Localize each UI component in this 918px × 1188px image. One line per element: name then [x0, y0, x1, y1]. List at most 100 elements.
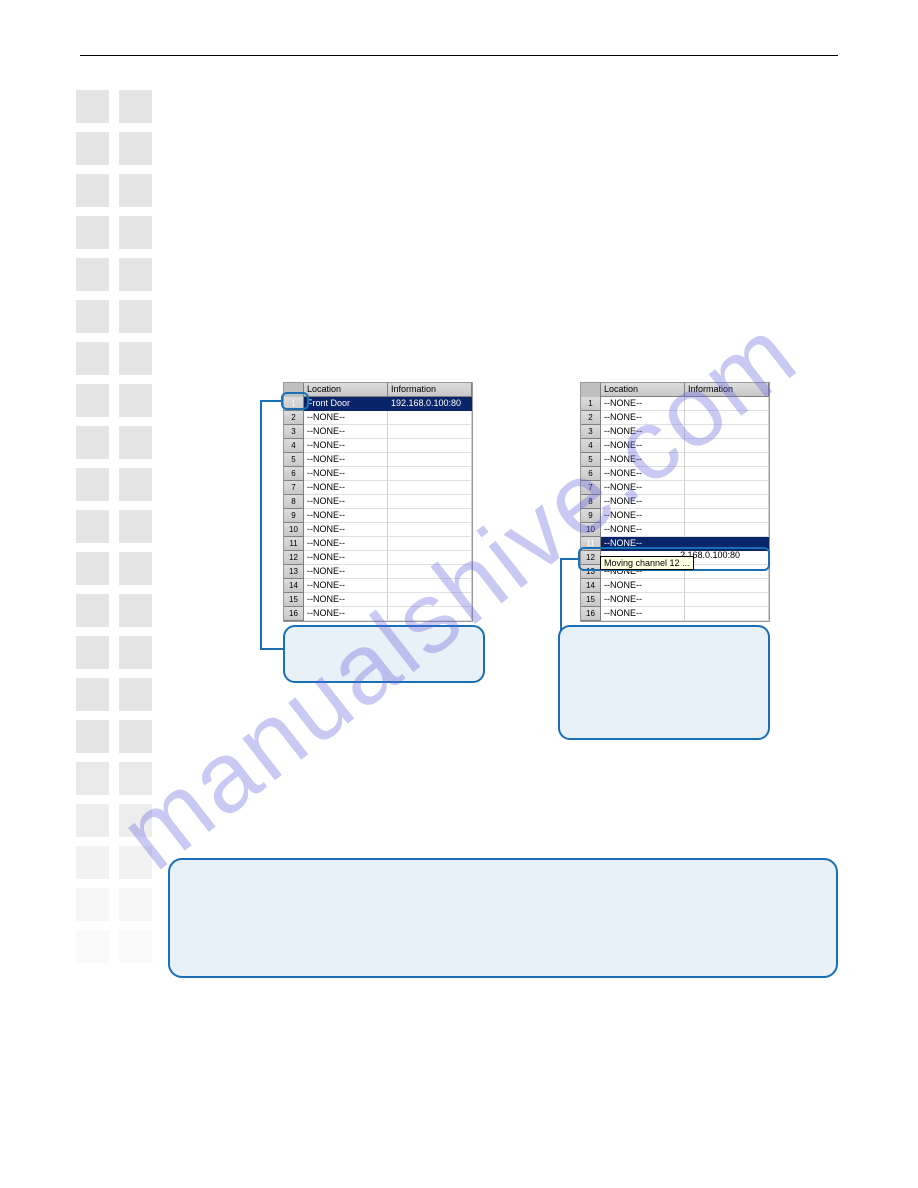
cell-information: [388, 593, 472, 607]
cell-location: --NONE--: [601, 579, 685, 593]
col-information: Information: [388, 383, 472, 397]
row-number[interactable]: 8: [284, 495, 304, 509]
table-row[interactable]: 16--NONE--: [581, 607, 769, 621]
row-number[interactable]: 16: [581, 607, 601, 621]
table-header: Location Information: [284, 383, 472, 397]
row-number[interactable]: 4: [284, 439, 304, 453]
row-number[interactable]: 9: [284, 509, 304, 523]
row-number[interactable]: 3: [581, 425, 601, 439]
row-number[interactable]: 15: [284, 593, 304, 607]
row-number[interactable]: 16: [284, 607, 304, 621]
table-row[interactable]: 13--NONE--: [284, 565, 472, 579]
cell-information: [685, 467, 769, 481]
table-row[interactable]: 8--NONE--: [284, 495, 472, 509]
cell-information: [388, 551, 472, 565]
table-row[interactable]: 8--NONE--: [581, 495, 769, 509]
table-row[interactable]: 4--NONE--: [284, 439, 472, 453]
row-number[interactable]: 9: [581, 509, 601, 523]
cell-location: --NONE--: [601, 523, 685, 537]
cell-location: --NONE--: [601, 467, 685, 481]
table-row[interactable]: 3--NONE--: [284, 425, 472, 439]
cell-information: [685, 411, 769, 425]
table-row[interactable]: 3--NONE--: [581, 425, 769, 439]
row-number[interactable]: 15: [581, 593, 601, 607]
table-row[interactable]: 16--NONE--: [284, 607, 472, 621]
cell-location: --NONE--: [304, 551, 388, 565]
cell-location: --NONE--: [304, 579, 388, 593]
row-number[interactable]: 13: [284, 565, 304, 579]
cell-information: [388, 579, 472, 593]
cell-information: 192.168.0.100:80: [388, 397, 472, 411]
row-number[interactable]: 2: [581, 411, 601, 425]
cell-information: [685, 439, 769, 453]
row-number[interactable]: 5: [581, 453, 601, 467]
row-number[interactable]: 5: [284, 453, 304, 467]
table-row[interactable]: 2--NONE--: [284, 411, 472, 425]
row-number[interactable]: 11: [284, 537, 304, 551]
cell-location: --NONE--: [304, 411, 388, 425]
row-number[interactable]: 1: [581, 397, 601, 411]
table-row[interactable]: 11--NONE--: [284, 537, 472, 551]
table-row[interactable]: 6--NONE--: [284, 467, 472, 481]
cell-information: [685, 481, 769, 495]
callout-box-right: [558, 625, 770, 740]
table-row[interactable]: 15--NONE--: [284, 593, 472, 607]
cell-information: [388, 607, 472, 621]
cell-location: Front Door: [304, 397, 388, 411]
cell-location: --NONE--: [304, 425, 388, 439]
table-row[interactable]: 5--NONE--: [581, 453, 769, 467]
cell-information: [388, 439, 472, 453]
cell-information: [388, 509, 472, 523]
row-number[interactable]: 6: [284, 467, 304, 481]
cell-location: --NONE--: [601, 397, 685, 411]
table-row[interactable]: 7--NONE--: [581, 481, 769, 495]
table-row[interactable]: 4--NONE--: [581, 439, 769, 453]
row-number[interactable]: 12: [284, 551, 304, 565]
row-number[interactable]: 7: [284, 481, 304, 495]
table-row[interactable]: 7--NONE--: [284, 481, 472, 495]
row-number[interactable]: 3: [284, 425, 304, 439]
cell-information: [685, 509, 769, 523]
row-number[interactable]: 4: [581, 439, 601, 453]
table-row[interactable]: 9--NONE--: [284, 509, 472, 523]
table-row[interactable]: 15--NONE--: [581, 593, 769, 607]
row-number[interactable]: 10: [284, 523, 304, 537]
table-row[interactable]: 10--NONE--: [284, 523, 472, 537]
table-row[interactable]: 10--NONE--: [581, 523, 769, 537]
cell-location: --NONE--: [601, 607, 685, 621]
cell-location: --NONE--: [601, 593, 685, 607]
table-row[interactable]: 5--NONE--: [284, 453, 472, 467]
cell-location: --NONE--: [304, 565, 388, 579]
cell-information: [388, 537, 472, 551]
highlight-ring-left: [281, 392, 309, 410]
table-row[interactable]: 9--NONE--: [581, 509, 769, 523]
row-number[interactable]: 14: [284, 579, 304, 593]
cell-location: --NONE--: [304, 495, 388, 509]
cell-information: [685, 453, 769, 467]
row-number[interactable]: 7: [581, 481, 601, 495]
cell-information: [685, 425, 769, 439]
row-number[interactable]: 2: [284, 411, 304, 425]
cell-information: [685, 593, 769, 607]
table-row[interactable]: 6--NONE--: [581, 467, 769, 481]
table-row[interactable]: 14--NONE--: [284, 579, 472, 593]
cell-location: --NONE--: [304, 537, 388, 551]
decorative-sidebar: [76, 90, 152, 963]
row-number[interactable]: 10: [581, 523, 601, 537]
cell-location: --NONE--: [601, 495, 685, 509]
table-row[interactable]: 14--NONE--: [581, 579, 769, 593]
col-location: Location: [601, 383, 685, 397]
cell-information: [388, 495, 472, 509]
cell-location: --NONE--: [304, 467, 388, 481]
cell-information: [388, 565, 472, 579]
table-row[interactable]: 2--NONE--: [581, 411, 769, 425]
table-row[interactable]: 1Front Door192.168.0.100:80: [284, 397, 472, 411]
row-number[interactable]: 6: [581, 467, 601, 481]
cell-information: [388, 523, 472, 537]
row-number[interactable]: 14: [581, 579, 601, 593]
row-number[interactable]: 8: [581, 495, 601, 509]
table-row[interactable]: 12--NONE--: [284, 551, 472, 565]
table-row[interactable]: 1--NONE--: [581, 397, 769, 411]
cell-location: --NONE--: [304, 439, 388, 453]
cell-location: --NONE--: [601, 411, 685, 425]
